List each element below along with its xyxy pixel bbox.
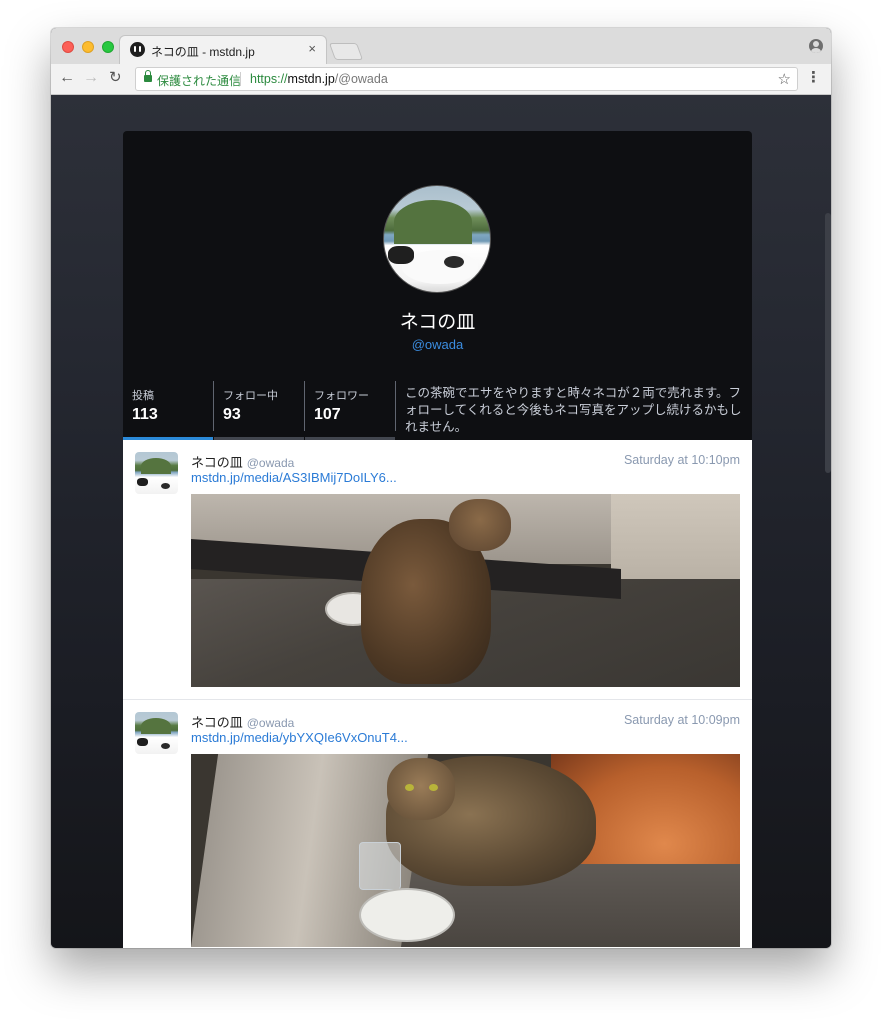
status-display-name: ネコの皿 [191,455,243,470]
stat-posts-label: 投稿 [132,390,154,402]
stat-followers[interactable]: フォロワー 107 [305,381,395,436]
stat-followers-label: フォロワー [314,390,369,402]
profile-header: ネコの皿 @owada 投稿 113 フォロー中 93 フォロワー 107 この… [123,131,752,440]
profile-acct[interactable]: @owada [123,337,752,352]
status-avatar[interactable] [135,452,178,494]
tab-close-icon[interactable]: × [308,41,316,56]
page-scrollbar[interactable] [825,213,831,473]
url-scheme: https:// [250,72,288,86]
user-profile-icon[interactable] [809,39,823,53]
status-media-link[interactable]: mstdn.jp/media/AS3IBMij7DoILY6... [191,470,397,485]
browser-tab-active[interactable]: ネコの皿 - mstdn.jp × [119,35,327,64]
status-acct: @owada [246,456,295,470]
url-host: mstdn.jp [287,72,335,86]
status-media-image[interactable] [191,754,740,947]
window-minimize-button[interactable] [82,41,94,53]
new-tab-button[interactable] [328,43,364,60]
stat-followers-value: 107 [314,406,341,423]
back-arrow-icon[interactable]: ← [59,68,75,88]
address-bar[interactable]: 保護された通信 https://mstdn.jp/@owada ☆ [135,67,798,91]
status-media-link[interactable]: mstdn.jp/media/ybYXQIe6VxOnuT4... [191,730,408,745]
stat-following-label: フォロー中 [223,390,278,402]
url-text[interactable]: https://mstdn.jp/@owada [250,72,388,86]
status-item[interactable]: ネコの皿 @owada Saturday at 10:10pm mstdn.jp/… [123,440,752,700]
bookmark-star-icon[interactable]: ☆ [778,70,791,88]
profile-stats: 投稿 113 フォロー中 93 フォロワー 107 この茶碗でエサをやりますと時… [123,381,752,440]
status-feed: ネコの皿 @owada Saturday at 10:10pm mstdn.jp/… [123,440,752,948]
status-media-image[interactable] [191,494,740,687]
kebab-menu-icon[interactable]: ⋮ [806,68,821,86]
tab-strip: ネコの皿 - mstdn.jp × [51,28,831,64]
status-item[interactable]: ネコの皿 @owada Saturday at 10:09pm mstdn.jp/… [123,700,752,948]
profile-bio: この茶碗でエサをやりますと時々ネコが２両で売れます。フォローしてくれると今後もネ… [405,386,742,434]
page-viewport: ネコの皿 @owada 投稿 113 フォロー中 93 フォロワー 107 この… [51,95,831,948]
stat-following-value: 93 [223,406,241,423]
status-display-name: ネコの皿 [191,715,243,730]
status-acct: @owada [246,716,295,730]
window-close-button[interactable] [62,41,74,53]
lock-icon [144,70,152,82]
stat-posts-value: 113 [132,406,158,423]
mastodon-favicon-icon [130,42,145,57]
forward-arrow-icon[interactable]: → [83,68,99,88]
profile-display-name: ネコの皿 [399,312,476,333]
window-maximize-button[interactable] [102,41,114,53]
status-timestamp[interactable]: Saturday at 10:09pm [624,713,740,727]
status-author[interactable]: ネコの皿 @owada [191,452,294,471]
browser-toolbar: ← → ↻ 保護された通信 https://mstdn.jp/@owada ☆ … [51,64,831,95]
status-avatar[interactable] [135,712,178,754]
profile-avatar[interactable] [383,185,491,293]
stat-following[interactable]: フォロー中 93 [214,381,304,436]
url-path: /@owada [334,72,388,86]
status-timestamp[interactable]: Saturday at 10:10pm [624,453,740,467]
reload-icon[interactable]: ↻ [109,68,122,88]
stat-posts[interactable]: 投稿 113 [123,381,213,436]
url-separator [240,72,241,86]
tab-title: ネコの皿 - mstdn.jp [151,45,255,59]
status-author[interactable]: ネコの皿 @owada [191,712,294,731]
secure-connection-label[interactable]: 保護された通信 [157,72,241,89]
browser-window: ネコの皿 - mstdn.jp × ← → ↻ 保護された通信 https://… [51,28,831,948]
stat-divider [395,381,396,431]
